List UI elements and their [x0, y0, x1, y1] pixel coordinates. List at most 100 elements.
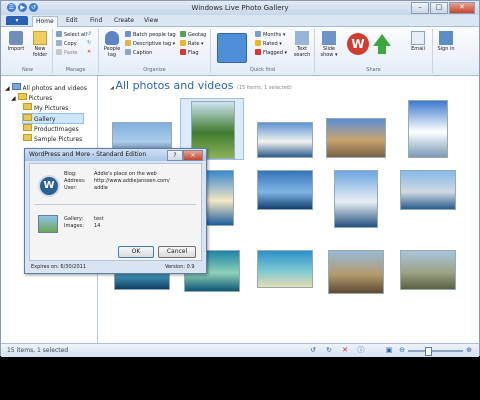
flag-button[interactable]: Flag [180, 49, 199, 56]
photo-tile[interactable] [324, 98, 388, 160]
close-button[interactable]: ✕ [449, 2, 475, 14]
photo-thumbnail-boat-wake [334, 170, 378, 228]
text-search-icon [295, 31, 309, 45]
gallery-label: Gallery: [64, 216, 84, 222]
select-all-button[interactable]: Select all [56, 31, 87, 38]
rotate-left-status-icon[interactable]: ↺ [309, 347, 317, 354]
flag-icon [180, 49, 186, 55]
tab-find[interactable]: Find [87, 16, 105, 26]
folder-icon [17, 93, 27, 100]
user-value: addie [94, 185, 108, 191]
flagged-button[interactable]: Flagged ▾ [255, 49, 287, 56]
all-photos-icon [11, 83, 21, 90]
star-icon [180, 40, 186, 46]
photo-tile[interactable] [253, 248, 317, 310]
photo-tile[interactable] [396, 98, 460, 160]
version-text: Version: 0.9 [165, 264, 195, 270]
select-all-icon [56, 31, 62, 37]
group-new-label: New [22, 67, 33, 73]
caption-button[interactable]: Caption [125, 49, 152, 56]
blog-label: Blog: [64, 171, 77, 177]
descriptive-tag-button[interactable]: Descriptive tag ▾ [125, 40, 175, 47]
nav-all-photos[interactable]: ◢ All photos and videos [5, 83, 87, 92]
zoom-out-icon[interactable]: ⊖ [398, 347, 406, 354]
tab-create[interactable]: Create [111, 16, 137, 26]
tag-icon [125, 40, 131, 46]
paste-button[interactable]: Paste [56, 49, 78, 56]
import-button[interactable]: Import [5, 31, 27, 52]
photo-thumbnail-ocean [257, 170, 313, 210]
ok-button[interactable]: OK [118, 246, 154, 258]
sign-in-button[interactable]: Sign in [435, 31, 457, 52]
dialog-close-button[interactable]: ✕ [183, 150, 203, 161]
zoom-slider-thumb[interactable] [425, 347, 432, 356]
email-button[interactable]: Email [407, 31, 429, 52]
rated-star-icon [255, 40, 261, 46]
photo-tile[interactable] [324, 248, 388, 310]
months-button[interactable]: Months ▾ [255, 31, 285, 38]
zoom-slider-track[interactable] [408, 350, 463, 352]
folder-icon [23, 114, 32, 121]
nav-product-images[interactable]: ProductImages [23, 124, 79, 133]
tab-view[interactable]: View [141, 16, 161, 26]
rotate-left-icon[interactable]: ↺ [87, 31, 91, 38]
quick-find-people-icon[interactable] [217, 33, 247, 63]
copy-icon [56, 40, 62, 46]
cancel-button[interactable]: Cancel [158, 246, 196, 258]
people-tag-button[interactable]: People tag [101, 31, 123, 58]
geotag-button[interactable]: Geotag [180, 31, 206, 38]
tab-edit[interactable]: Edit [63, 16, 81, 26]
text-search-button[interactable]: Text search [291, 31, 313, 58]
status-bar: 15 items, 1 selected ↺ ↻ ✕ ⓘ ▣ ⊖ ⊕ [1, 343, 479, 357]
photo-tile[interactable] [253, 98, 317, 160]
address-label: Address: [64, 178, 86, 184]
delete-icon[interactable]: ✕ [87, 49, 91, 56]
photo-thumbnail-cathedral [326, 118, 386, 158]
folder-icon [23, 124, 32, 131]
group-share-label: Share [366, 67, 381, 73]
gallery-value: test [94, 216, 104, 222]
window-title: Windows Live Photo Gallery [191, 4, 289, 12]
flagged-icon [255, 49, 261, 55]
photo-tile[interactable] [396, 248, 460, 310]
photo-tile[interactable] [253, 168, 317, 230]
batch-tag-icon [125, 31, 131, 37]
tab-home[interactable]: Home [32, 16, 58, 27]
slide-show-icon [322, 31, 336, 45]
upload-arrow-stem [378, 45, 386, 54]
file-menu-button[interactable]: ▾ [6, 16, 28, 25]
nav-my-pictures[interactable]: My Pictures [23, 103, 68, 112]
rated-button[interactable]: Rated ▾ [255, 40, 282, 47]
group-share: Slide show ▾ W Email Share [315, 29, 433, 73]
delete-status-icon[interactable]: ✕ [341, 347, 349, 354]
photo-tile[interactable] [324, 168, 388, 230]
rate-button[interactable]: Rate ▾ [180, 40, 204, 47]
dialog-divider [34, 204, 196, 205]
copy-button[interactable]: Copy [56, 40, 77, 47]
rotate-right-status-icon[interactable]: ↻ [325, 347, 333, 354]
slide-show-button[interactable]: Slide show ▾ [317, 31, 341, 58]
slideshow-status-icon[interactable]: ▣ [385, 347, 393, 354]
folder-icon [23, 103, 32, 110]
email-icon [411, 31, 425, 45]
dialog-help-button[interactable]: ? [167, 150, 183, 161]
calendar-icon [255, 31, 261, 37]
folder-icon [33, 31, 47, 45]
nav-gallery[interactable]: Gallery [22, 113, 84, 124]
nav-pictures[interactable]: ◢ Pictures [11, 93, 52, 102]
photo-tile[interactable] [396, 168, 460, 230]
photo-thumbnail-plane-over-plains [400, 250, 456, 290]
batch-people-tag-button[interactable]: Batch people tag [125, 31, 176, 38]
wordpress-publish-icon[interactable]: W [347, 33, 369, 55]
rotate-right-icon[interactable]: ↻ [87, 40, 91, 47]
maximize-button[interactable]: □ [430, 2, 448, 14]
new-folder-button[interactable]: New folder [28, 31, 52, 58]
zoom-in-icon[interactable]: ⊕ [465, 347, 473, 354]
folder-icon [23, 134, 32, 141]
info-status-icon[interactable]: ⓘ [357, 347, 365, 354]
nav-sample-pictures[interactable]: Sample Pictures [23, 134, 82, 143]
group-quick-find-label: Quick find [249, 67, 276, 73]
minimize-button[interactable]: – [411, 2, 429, 14]
photo-thumbnail-plane-over-desert [328, 250, 384, 294]
blog-value: Addie's place on the web [94, 171, 157, 177]
